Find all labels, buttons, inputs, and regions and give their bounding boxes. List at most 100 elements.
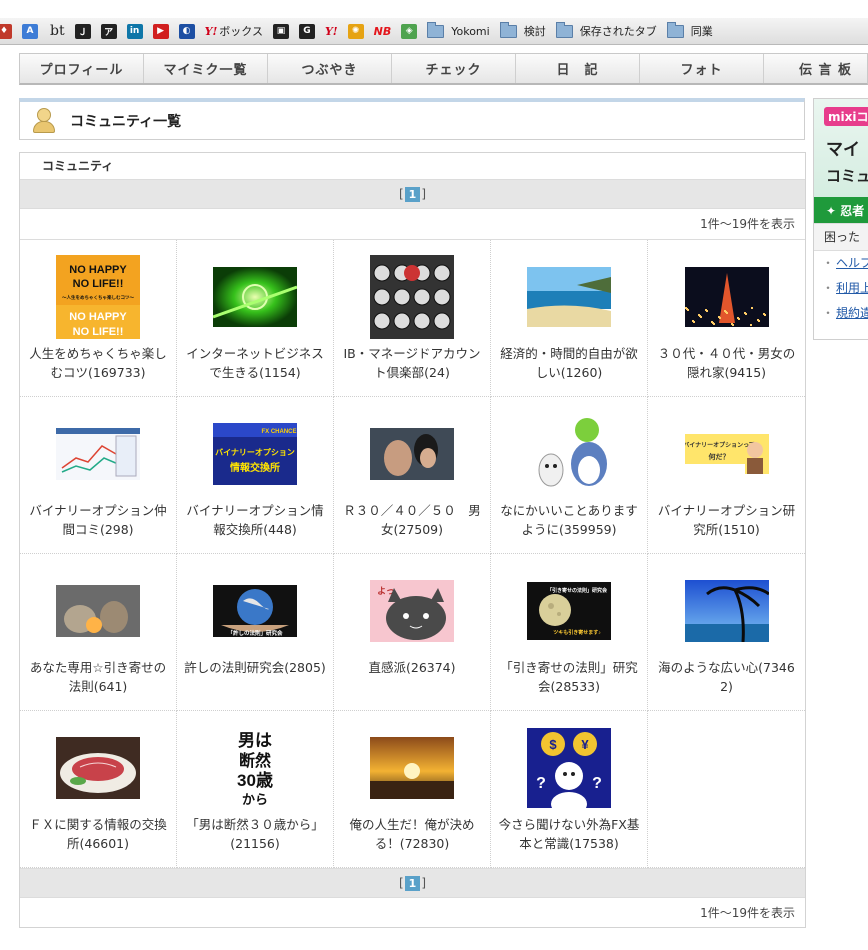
nav-tab[interactable]: フォト	[640, 54, 764, 83]
nav-tab[interactable]: 日 記	[516, 54, 640, 83]
bookmark-item[interactable]: ◈	[401, 23, 418, 39]
community-thumbnail[interactable]: 「引き寄せの法則」研究会 ツキも引き寄せます♪	[527, 569, 611, 653]
bookmark-item[interactable]: ◐	[178, 23, 195, 39]
bookmark-item[interactable]: 保存されたタブ	[555, 21, 657, 39]
bookmark-item[interactable]: ▣	[272, 23, 289, 39]
community-name-link[interactable]: 許しの法則研究会(2805)	[183, 658, 328, 677]
community-card[interactable]: あなた専用☆引き寄せの法則(641)	[20, 554, 177, 711]
community-name-link[interactable]: あなた専用☆引き寄せの法則(641)	[26, 658, 171, 696]
community-name-link[interactable]: ＦＸに関する情報の交換所(46601)	[26, 815, 171, 853]
community-name-link[interactable]: 今さら聞けない外為FX基本と常識(17538)	[497, 815, 642, 853]
nav-tab[interactable]: チェック	[392, 54, 516, 83]
main-nav: プロフィール マイミク一覧 つぶやき チェック日 記フォト伝 言 板	[19, 53, 868, 85]
bookmarks-bar: ♦ Abt Ｊ ア in ▶ ◐ Y! ボックス ▣ G Y! ✺ NB ◈ Yokomi 検討 保存されたタブ同…	[0, 18, 868, 45]
community-name-link[interactable]: 「男は断然３０歳から」(21156)	[183, 815, 328, 853]
community-name-link[interactable]: 経済的・時間的自由が欲しい(1260)	[497, 344, 642, 382]
community-card[interactable]: Ｒ３０／４０／５０ 男女(27509)	[334, 397, 491, 554]
bookmark-item[interactable]: ✺	[347, 23, 364, 39]
community-card[interactable]: 「引き寄せの法則」研究会 ツキも引き寄せます♪ 「引き寄せの法則」研究会(28533…	[491, 554, 648, 711]
community-thumbnail[interactable]	[684, 569, 769, 653]
bookmark-item[interactable]: Y! ボックス	[205, 23, 263, 39]
community-thumbnail[interactable]: 「許しの法則」研究会	[213, 569, 297, 653]
folder-icon	[666, 21, 684, 38]
community-name-link[interactable]: Ｒ３０／４０／５０ 男女(27509)	[340, 501, 485, 539]
community-name-link[interactable]: 「引き寄せの法則」研究会(28533)	[497, 658, 642, 696]
community-thumbnail[interactable]	[370, 255, 454, 339]
nav-tab[interactable]: マイミク一覧	[144, 54, 268, 83]
community-card[interactable]: ３０代・４０代・男女の隠れ家(9415)	[648, 240, 805, 397]
community-thumbnail[interactable]	[56, 726, 140, 810]
community-name-link[interactable]: なにかいいことありますように(359959)	[497, 501, 642, 539]
community-thumbnail[interactable]	[370, 726, 454, 810]
bookmark-folder-label: 検討	[523, 25, 546, 38]
community-thumbnail[interactable]: よっ	[370, 569, 454, 653]
page-1-link[interactable]: 1	[404, 186, 421, 202]
community-name-link[interactable]: バイナリーオプション研究所(1510)	[654, 501, 799, 539]
sidebar-link-rules[interactable]: 規約違	[814, 301, 868, 326]
community-name-link[interactable]: インターネットビジネスで生きる(1154)	[183, 344, 328, 382]
community-name-link[interactable]: 直感派(26374)	[340, 658, 485, 677]
community-thumbnail[interactable]	[527, 255, 611, 339]
thumb-text: NO LIFE!!	[73, 278, 124, 290]
community-card[interactable]: 経済的・時間的自由が欲しい(1260)	[491, 240, 648, 397]
bookmark-item[interactable]: ア	[100, 23, 117, 39]
community-thumbnail[interactable]	[213, 255, 297, 339]
community-thumbnail[interactable]	[684, 255, 769, 339]
bookmark-item[interactable]: A	[22, 23, 38, 39]
page-title: コミュニティ一覧	[70, 113, 182, 130]
bookmark-item[interactable]: NB	[374, 25, 392, 38]
nav-tab[interactable]: 伝 言 板	[764, 54, 867, 83]
bookmark-item[interactable]: bt	[48, 23, 65, 39]
community-name-link[interactable]: バイナリーオプション仲間コミ(298)	[26, 501, 171, 539]
community-card[interactable]: $ ¥?? 今さら聞けない外為FX基本と常識(17538)	[491, 711, 648, 868]
community-thumbnail[interactable]: 男は 断然 30歳 から	[213, 726, 297, 810]
community-card[interactable]: バイナリーオプション仲間コミ(298)	[20, 397, 177, 554]
community-card[interactable]: NO HAPPY NO LIFE!! 〜人生をめちゃくちゃ楽しむコツ〜 NO HAPP…	[20, 240, 177, 397]
community-thumbnail[interactable]	[56, 412, 140, 496]
thumb-text: FX CHANCE	[261, 429, 296, 435]
community-name-link[interactable]: バイナリーオプション情報交換所(448)	[183, 501, 328, 539]
mixi-banner[interactable]: mixiコ マイ コミュ ✦ 忍者	[814, 99, 868, 223]
bookmark-item[interactable]: Y!	[325, 25, 338, 38]
community-thumbnail[interactable]: バイナリーオプションって 何だ？	[684, 412, 769, 496]
bookmark-item[interactable]: ▶	[152, 23, 169, 39]
sidebar-link-terms[interactable]: 利用上	[814, 276, 868, 301]
community-card[interactable]: 「許しの法則」研究会許しの法則研究会(2805)	[177, 554, 334, 711]
community-thumbnail[interactable]: $ ¥??	[527, 726, 611, 810]
community-name-link[interactable]: IB・マネージドアカウント倶楽部(24)	[340, 344, 485, 382]
community-card[interactable]: よっ直感派(26374)	[334, 554, 491, 711]
nav-tab[interactable]: プロフィール	[20, 54, 144, 83]
community-card[interactable]: 海のような広い心(73462)	[648, 554, 805, 711]
bookmark-item[interactable]: G	[298, 23, 315, 39]
thumb-text: NO HAPPY	[69, 264, 127, 276]
community-thumbnail[interactable]	[370, 412, 454, 496]
community-name-link[interactable]: 人生をめちゃくちゃ楽しむコツ(169733)	[26, 344, 171, 382]
community-card[interactable]: FX CHANCE バイナリーオプション 情報交換所バイナリーオプション情報交換所(…	[177, 397, 334, 554]
nav-tab[interactable]: つぶやき	[268, 54, 392, 83]
community-thumbnail[interactable]: NO HAPPY NO LIFE!! 〜人生をめちゃくちゃ楽しむコツ〜 NO HAPP…	[56, 255, 140, 339]
bookmark-item[interactable]: 同業	[666, 21, 713, 39]
community-card[interactable]: なにかいいことありますように(359959)	[491, 397, 648, 554]
community-card[interactable]: 男は 断然 30歳 から「男は断然３０歳から」(21156)	[177, 711, 334, 868]
bookmark-item[interactable]: Yokomi	[427, 21, 490, 38]
bookmark-label: bt	[50, 23, 65, 39]
community-card[interactable]: ＦＸに関する情報の交換所(46601)	[20, 711, 177, 868]
bookmark-item[interactable]: ♦	[0, 23, 12, 39]
pager-bracket-close: ]	[421, 187, 427, 201]
community-card[interactable]: 俺の人生だ！俺が決める！(72830)	[334, 711, 491, 868]
community-thumbnail[interactable]	[56, 569, 140, 653]
bookmark-item[interactable]: 検討	[499, 21, 546, 39]
community-name-link[interactable]: 俺の人生だ！俺が決める！(72830)	[340, 815, 485, 853]
community-card[interactable]: IB・マネージドアカウント倶楽部(24)	[334, 240, 491, 397]
community-thumbnail[interactable]	[527, 412, 611, 496]
bookmark-item[interactable]: Ｊ	[74, 23, 91, 39]
community-thumbnail[interactable]: FX CHANCE バイナリーオプション 情報交換所	[213, 412, 297, 496]
page-1-link[interactable]: 1	[404, 875, 421, 891]
community-name-link[interactable]: 海のような広い心(73462)	[654, 658, 799, 696]
thumb-text: バイナリーオプションって	[685, 441, 755, 449]
sidebar-link-help[interactable]: ヘルプ	[814, 251, 868, 276]
community-name-link[interactable]: ３０代・４０代・男女の隠れ家(9415)	[654, 344, 799, 382]
community-card[interactable]: バイナリーオプションって 何だ？ バイナリーオプション研究所(1510)	[648, 397, 805, 554]
community-card[interactable]: インターネットビジネスで生きる(1154)	[177, 240, 334, 397]
bookmark-item[interactable]: in	[126, 23, 143, 39]
